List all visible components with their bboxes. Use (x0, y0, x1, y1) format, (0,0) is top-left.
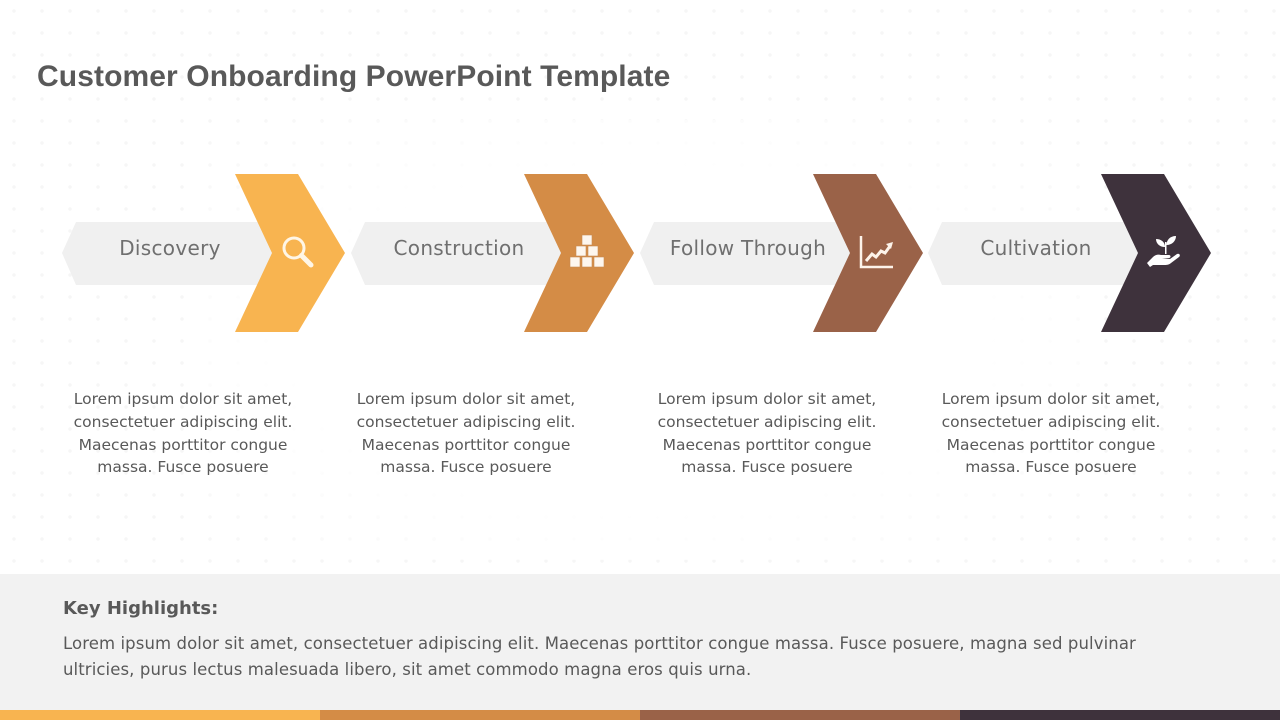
step-follow-through: Follow Through (640, 174, 930, 334)
plant-in-hand-icon (1147, 236, 1180, 267)
footer-bar-1 (0, 710, 320, 720)
step-construction: Construction (351, 174, 641, 334)
footer-bar-3 (640, 710, 960, 720)
slide-title: Customer Onboarding PowerPoint Template (37, 60, 671, 93)
step-cultivation: Cultivation (928, 174, 1218, 334)
building-blocks-icon (569, 234, 605, 268)
step-label: Cultivation (980, 236, 1092, 260)
color-bar-footer (0, 710, 1280, 720)
step-label: Construction (393, 236, 525, 260)
key-highlights-panel: Key Highlights: Lorem ipsum dolor sit am… (0, 574, 1280, 710)
key-highlights-title: Key Highlights: (63, 598, 219, 619)
step-discovery: Discovery (62, 174, 352, 334)
key-highlights-body: Lorem ipsum dolor sit amet, consectetuer… (63, 634, 1136, 679)
magnifier-icon (282, 236, 314, 268)
step-label: Discovery (119, 236, 221, 260)
footer-bar-4 (960, 710, 1280, 720)
growth-chart-icon (859, 236, 893, 269)
step-description: Lorem ipsum dolor sit amet, consectetuer… (657, 390, 877, 477)
step-description: Lorem ipsum dolor sit amet, consectetuer… (356, 390, 576, 477)
step-description: Lorem ipsum dolor sit amet, consectetuer… (73, 390, 293, 477)
step-label: Follow Through (669, 236, 827, 260)
footer-bar-2 (320, 710, 640, 720)
step-description: Lorem ipsum dolor sit amet, consectetuer… (941, 390, 1161, 477)
